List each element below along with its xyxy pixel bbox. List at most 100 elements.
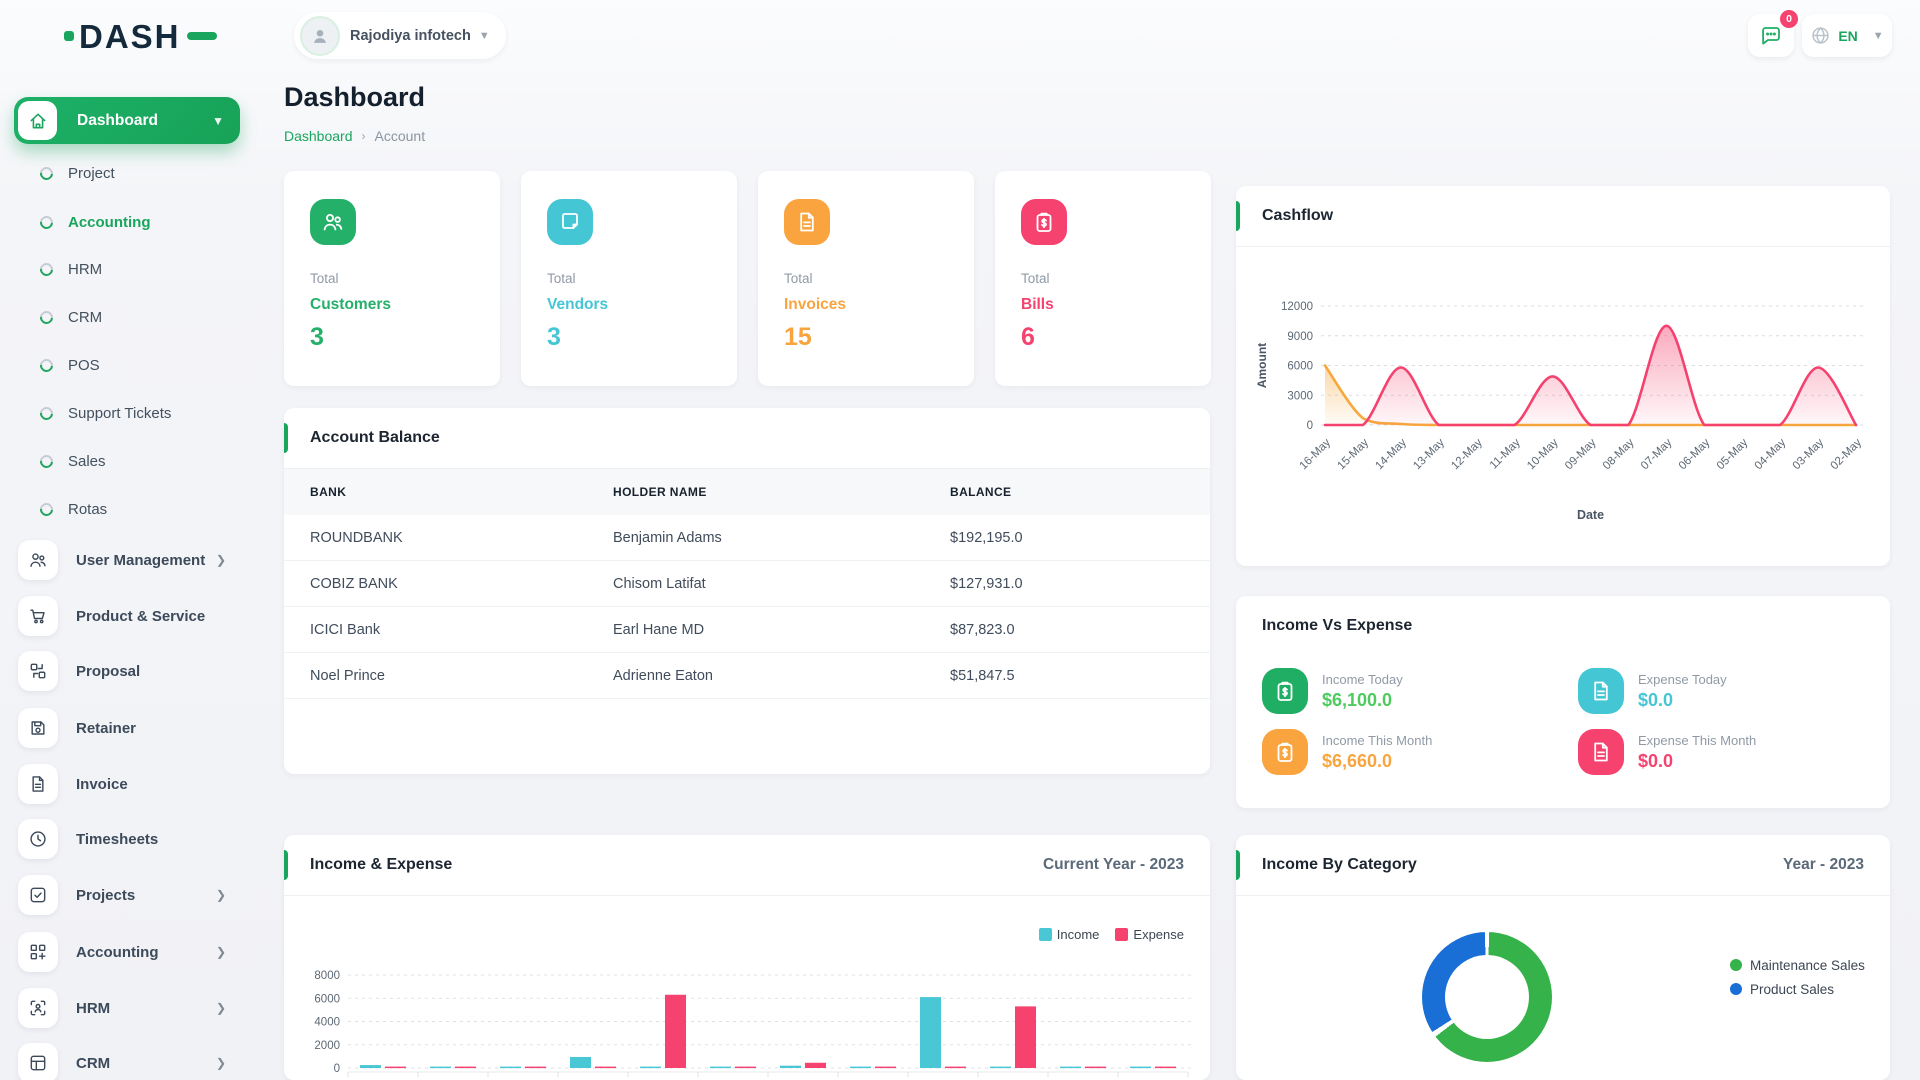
sidebar-item-product-service[interactable]: Product & Service bbox=[0, 593, 252, 639]
chevron-down-icon: ▼ bbox=[479, 30, 490, 42]
stat-card-top-label: Total bbox=[547, 271, 576, 286]
donut-chart bbox=[1422, 932, 1552, 1062]
avatar bbox=[300, 16, 340, 56]
svg-text:12000: 12000 bbox=[1281, 301, 1313, 313]
legend-dot bbox=[1730, 959, 1742, 971]
sidebar-item-invoice[interactable]: Invoice bbox=[0, 761, 252, 807]
globe-icon bbox=[1810, 25, 1831, 46]
sidebar-item-dashboard[interactable]: Dashboard ▼ bbox=[14, 97, 240, 144]
column-header-bank: BANK bbox=[310, 485, 613, 499]
svg-text:3000: 3000 bbox=[1287, 390, 1313, 402]
breadcrumb-separator-icon: › bbox=[362, 129, 366, 143]
ive-value: $0.0 bbox=[1638, 690, 1727, 711]
holder-cell: Adrienne Eaton bbox=[613, 668, 950, 684]
ive-value: $6,660.0 bbox=[1322, 751, 1432, 772]
sidebar-item-label: CRM bbox=[68, 309, 102, 326]
home-icon bbox=[18, 101, 57, 140]
chevron-right-icon: ❯ bbox=[216, 1056, 226, 1070]
svg-text:10-May: 10-May bbox=[1525, 436, 1561, 472]
breadcrumb-current: Account bbox=[375, 128, 426, 144]
bullet-icon bbox=[37, 308, 55, 326]
sidebar-item-label: CRM bbox=[76, 1055, 110, 1072]
sidebar-item-label: Retainer bbox=[76, 720, 136, 737]
brand-name: DASH bbox=[79, 20, 181, 53]
sidebar: Dashboard ▼ ProjectAccountingHRM CRM POSSu… bbox=[0, 70, 252, 1080]
svg-text:12-May: 12-May bbox=[1449, 436, 1485, 472]
panel-title: Account Balance bbox=[310, 429, 440, 447]
ive-item-income-today: Income Today$6,100.0 bbox=[1262, 668, 1403, 714]
svg-text:4000: 4000 bbox=[314, 1017, 340, 1029]
stat-card-label: Bills bbox=[1021, 296, 1054, 314]
chevron-down-icon: ▼ bbox=[212, 114, 224, 128]
sidebar-item-label: Invoice bbox=[76, 776, 128, 793]
sidebar-item-accounting[interactable]: Accounting bbox=[0, 198, 252, 246]
notification-badge: 0 bbox=[1778, 8, 1800, 30]
stat-card-label: Customers bbox=[310, 296, 391, 314]
svg-text:09-May: 09-May bbox=[1563, 436, 1599, 472]
stat-card-value: 3 bbox=[547, 323, 561, 352]
chevron-right-icon: ❯ bbox=[216, 553, 226, 567]
sidebar-item-sales[interactable]: Sales bbox=[0, 437, 252, 485]
svg-text:04-May: 04-May bbox=[1753, 436, 1789, 472]
table-row: Noel PrinceAdrienne Eaton$51,847.5 bbox=[284, 653, 1210, 699]
svg-text:03-May: 03-May bbox=[1791, 436, 1827, 472]
notifications-button[interactable]: 0 bbox=[1748, 14, 1794, 57]
sidebar-item-support-tickets[interactable]: Support Tickets bbox=[0, 389, 252, 437]
year-label: Current Year - 2023 bbox=[1043, 856, 1184, 874]
column-header-holder: HOLDER NAME bbox=[613, 485, 950, 499]
sidebar-item-pos[interactable]: POS bbox=[0, 341, 252, 389]
breadcrumb: Dashboard › Account bbox=[284, 128, 425, 144]
stat-card-value: 15 bbox=[784, 323, 812, 352]
clipboard-dollar-icon bbox=[1262, 668, 1308, 714]
clipboard-dollar-icon bbox=[1262, 729, 1308, 775]
sidebar-item-hrm[interactable]: HRM❯ bbox=[0, 985, 252, 1031]
sidebar-item-retainer[interactable]: Retainer bbox=[0, 705, 252, 751]
sidebar-item-hrm[interactable]: HRM bbox=[0, 245, 252, 293]
sidebar-item-crm[interactable]: CRM bbox=[0, 293, 252, 341]
language-selector[interactable]: EN ▼ bbox=[1802, 14, 1892, 57]
table-row: ICICI BankEarl Hane MD$87,823.0 bbox=[284, 607, 1210, 653]
sidebar-item-accounting[interactable]: Accounting❯ bbox=[0, 929, 252, 975]
svg-text:6000: 6000 bbox=[314, 993, 340, 1005]
scan-user-icon bbox=[18, 988, 58, 1028]
holder-cell: Benjamin Adams bbox=[613, 530, 950, 546]
chevron-right-icon: ❯ bbox=[216, 1001, 226, 1015]
svg-text:0: 0 bbox=[334, 1063, 340, 1075]
user-menu[interactable]: Rajodiya infotech ▼ bbox=[294, 12, 506, 59]
legend-label: Maintenance Sales bbox=[1750, 958, 1865, 973]
sidebar-item-rotas[interactable]: Rotas bbox=[0, 485, 252, 533]
legend-dot bbox=[1730, 983, 1742, 995]
ive-label: Income Today bbox=[1322, 672, 1403, 687]
save-icon bbox=[18, 708, 58, 748]
sidebar-item-proposal[interactable]: Proposal bbox=[0, 648, 252, 694]
file-icon bbox=[1578, 668, 1624, 714]
ive-item-expense-this-month: Expense This Month $0.0 bbox=[1578, 729, 1756, 775]
sidebar-item-timesheets[interactable]: Timesheets bbox=[0, 816, 252, 862]
table-row: COBIZ BANKChisom Latifat$127,931.0 bbox=[284, 561, 1210, 607]
balance-cell: $192,195.0 bbox=[950, 530, 1210, 546]
sidebar-item-crm[interactable]: CRM ❯ bbox=[0, 1040, 252, 1080]
breadcrumb-link-dashboard[interactable]: Dashboard bbox=[284, 128, 353, 144]
sidebar-item-label: Sales bbox=[68, 453, 106, 470]
sidebar-item-projects[interactable]: Projects❯ bbox=[0, 872, 252, 918]
balance-cell: $87,823.0 bbox=[950, 622, 1210, 638]
sidebar-item-label: Product & Service bbox=[76, 608, 205, 625]
ive-label: Expense This Month bbox=[1638, 733, 1756, 748]
legend-item-product-sales: Product Sales bbox=[1730, 977, 1865, 1001]
stat-card-bills: TotalBills6 bbox=[995, 171, 1211, 386]
sidebar-item-user-management[interactable]: User Management❯ bbox=[0, 537, 252, 583]
sidebar-item-project[interactable]: Project bbox=[0, 149, 252, 197]
sidebar-item-label: Rotas bbox=[68, 501, 107, 518]
svg-text:0: 0 bbox=[1307, 420, 1313, 432]
svg-text:16-May: 16-May bbox=[1298, 436, 1334, 472]
svg-text:9000: 9000 bbox=[1287, 331, 1313, 343]
stat-card-top-label: Total bbox=[310, 271, 339, 286]
bank-cell: ICICI Bank bbox=[310, 622, 613, 638]
svg-text:15-May: 15-May bbox=[1335, 436, 1371, 472]
logo-dot-icon bbox=[64, 31, 74, 41]
ive-value: $0.0 bbox=[1638, 751, 1756, 772]
column-header-balance: BALANCE bbox=[950, 485, 1210, 499]
accent-bar bbox=[284, 423, 288, 453]
account-balance-panel: Account Balance BANK HOLDER NAME BALANCE… bbox=[284, 408, 1210, 774]
layout-icon bbox=[18, 1043, 58, 1080]
